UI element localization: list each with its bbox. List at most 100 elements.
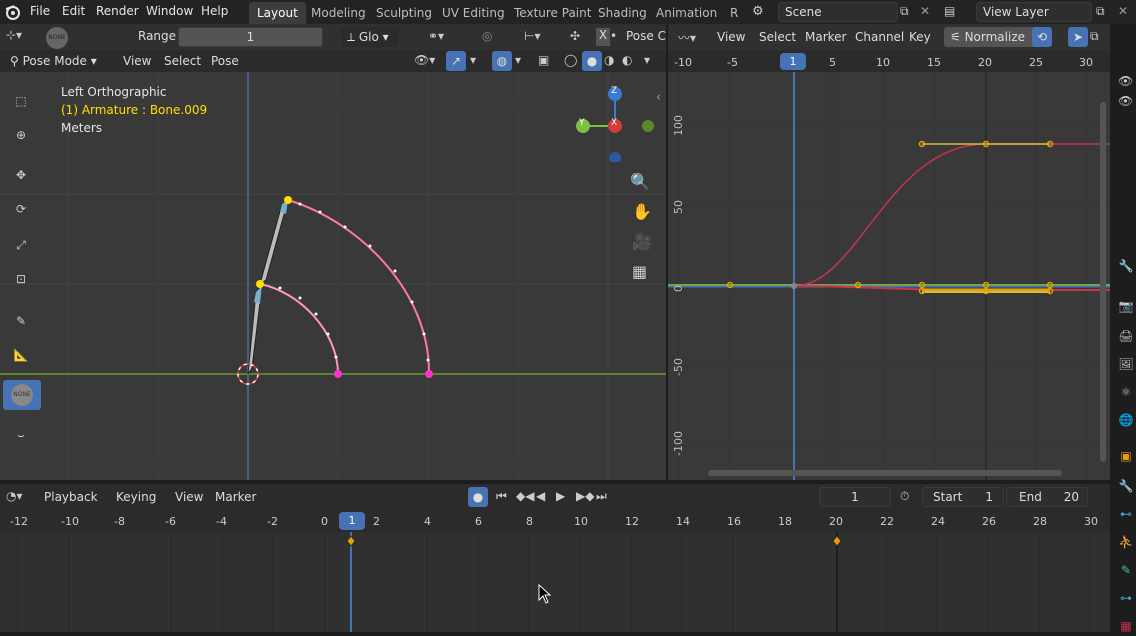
graph-editor-type-icon[interactable]: 〰▾ <box>678 29 696 46</box>
relax-pose-icon[interactable]: ⌣ <box>5 420 37 450</box>
view-layer-icon[interactable]: ▤ <box>944 4 955 18</box>
annotate-icon[interactable]: ✎ <box>5 306 37 336</box>
graph-view-menu[interactable]: View <box>712 27 750 47</box>
snap-icon[interactable]: ◎ <box>482 29 492 43</box>
pivot-icon[interactable]: ⚭▾ <box>428 29 444 43</box>
gizmo-toggle-icon[interactable]: ↗ <box>446 51 466 71</box>
menu-file[interactable]: File <box>24 0 56 24</box>
orientation-dropdown[interactable]: ⟂ Glo ▾ <box>341 27 399 47</box>
tab-sculpting[interactable]: Sculpting <box>368 2 440 24</box>
overlay-dropdown-icon[interactable]: ▾ <box>515 53 521 67</box>
close-view-layer-icon[interactable]: ✕ <box>1118 4 1128 18</box>
keying-dropdown[interactable]: Keying ▾ <box>110 487 168 524</box>
graph-v-scrollbar[interactable] <box>1100 102 1106 462</box>
jump-start-icon[interactable]: ⏮ <box>496 489 507 504</box>
current-frame-field[interactable]: 1 <box>819 487 891 507</box>
cursor-icon[interactable]: ⊕ <box>5 120 37 150</box>
view-layer-field[interactable]: View Layer <box>976 2 1092 22</box>
timeline-editor-type-icon[interactable]: ◔▾ <box>6 489 23 503</box>
jump-next-keyframe-icon[interactable]: ▶◆ <box>576 489 594 503</box>
jump-prev-keyframe-icon[interactable]: ◆◀ <box>516 489 534 503</box>
blender-logo-icon[interactable] <box>4 3 22 21</box>
select-box-icon[interactable]: ⬚ <box>5 86 37 116</box>
data-properties-icon[interactable]: ⛹ <box>1116 532 1136 552</box>
move-icon[interactable]: ✥ <box>5 160 37 190</box>
tab-animation[interactable]: Animation <box>648 2 725 24</box>
avatar[interactable]: NONE <box>46 27 68 49</box>
copy-scene-icon[interactable]: ⧉ <box>900 4 909 19</box>
tool-properties-icon[interactable]: 🔧 <box>1116 256 1136 276</box>
menu-help[interactable]: Help <box>195 0 234 24</box>
world-properties-icon[interactable]: 🌐 <box>1116 410 1136 430</box>
view-layer-properties-icon[interactable]: 🖼 <box>1116 354 1136 374</box>
rotate-icon[interactable]: ⟳ <box>5 194 37 224</box>
render-properties-icon[interactable]: 📷 <box>1116 296 1136 316</box>
pose-tool-icon[interactable]: ⊹▾ <box>6 28 22 42</box>
constraint-properties-icon[interactable]: ⊷ <box>1116 504 1136 524</box>
end-frame-field[interactable]: End 20 <box>1006 487 1088 507</box>
zoom-icon[interactable]: 🔍 <box>630 172 650 191</box>
visibility-eye-icon[interactable]: 👁 <box>1118 94 1133 108</box>
timeline-current-frame-badge[interactable]: 1 <box>339 512 365 530</box>
scene-icon[interactable]: ⚙ <box>752 4 772 20</box>
xray-icon[interactable]: ▣ <box>538 53 549 67</box>
graph-marker-menu[interactable]: Marker <box>800 27 851 47</box>
overlay-toggle-icon[interactable]: ◍ <box>492 51 512 71</box>
bone-constraint-icon[interactable]: ⊶ <box>1116 588 1136 608</box>
timeline-view-menu[interactable]: View <box>170 487 208 507</box>
show-hidden-icon[interactable]: ⧉ <box>1090 29 1099 44</box>
graph-channel-menu[interactable]: Channel <box>850 27 909 47</box>
scene-field[interactable]: Scene <box>778 2 898 22</box>
graph-select-menu[interactable]: Select <box>754 27 801 47</box>
tab-layout[interactable]: Layout <box>249 2 306 24</box>
copy-view-layer-icon[interactable]: ⧉ <box>1096 4 1105 19</box>
playback-dropdown[interactable]: Playback ▾ <box>38 487 110 524</box>
camera-view-icon[interactable]: 🎥 <box>632 232 652 251</box>
play-icon[interactable]: ▶ <box>556 489 565 503</box>
visibility-icon[interactable]: 👁▾ <box>414 53 435 67</box>
material-shading-icon[interactable]: ◑ <box>604 53 614 67</box>
modifier-properties-icon[interactable]: 🔧 <box>1116 476 1136 496</box>
tab-modeling[interactable]: Modeling <box>303 2 374 24</box>
material-properties-icon[interactable]: ▦ <box>1116 616 1136 636</box>
start-frame-field[interactable]: Start 1 <box>922 487 1004 507</box>
pose-library-icon[interactable]: NONE <box>3 380 41 410</box>
close-scene-icon[interactable]: ✕ <box>920 4 930 18</box>
menu-render[interactable]: Render <box>90 0 145 24</box>
object-properties-icon[interactable]: ▣ <box>1116 446 1136 466</box>
pan-hand-icon[interactable]: ✋ <box>632 202 652 221</box>
menu-window[interactable]: Window <box>140 0 199 24</box>
pose-clip-label[interactable]: Pose C <box>626 29 666 43</box>
range-field[interactable]: 1 <box>178 27 323 47</box>
menu-edit[interactable]: Edit <box>56 0 91 24</box>
shading-dropdown-icon[interactable]: ▾ <box>644 53 650 67</box>
auto-keying-icon[interactable]: ● <box>468 487 488 507</box>
output-properties-icon[interactable]: 🖨 <box>1116 326 1136 346</box>
transform-icon[interactable]: ⊡ <box>5 264 37 294</box>
viewport-select-menu[interactable]: Select <box>159 51 206 71</box>
mirror-x-toggle[interactable]: X <box>596 28 610 46</box>
graph-editor[interactable]: 100 50 0 -50 -100 <box>668 72 1110 480</box>
solid-shading-icon[interactable]: ● <box>582 51 602 71</box>
timeline-area[interactable] <box>0 532 1110 632</box>
only-selected-icon[interactable]: ➤ <box>1068 27 1088 47</box>
viewport-pose-menu[interactable]: Pose <box>206 51 244 71</box>
play-reverse-icon[interactable]: ◀ <box>536 489 545 503</box>
visibility-eye-icon[interactable]: 👁 <box>1118 74 1133 88</box>
snap-target-icon[interactable]: ⊢▾ <box>524 29 540 43</box>
normalize-refresh-icon[interactable]: ⟲ <box>1032 27 1052 47</box>
viewport-view-menu[interactable]: View <box>118 51 156 71</box>
bone-properties-icon[interactable]: ✎ <box>1116 560 1136 580</box>
tab-shading[interactable]: Shading <box>590 2 655 24</box>
scene-properties-icon[interactable]: ⚛ <box>1116 382 1136 402</box>
graph-key-menu[interactable]: Key <box>904 27 936 47</box>
jump-end-icon[interactable]: ⏭ <box>596 489 607 504</box>
gizmo-dropdown-icon[interactable]: ▾ <box>470 53 476 67</box>
tab-texture-paint[interactable]: Texture Paint <box>506 2 599 24</box>
graph-current-frame-badge[interactable]: 1 <box>780 53 806 70</box>
rendered-shading-icon[interactable]: ◐ <box>622 53 632 67</box>
mode-dropdown[interactable]: ⚲ Pose Mode ▾ <box>4 51 112 71</box>
ortho-grid-icon[interactable]: ▦ <box>632 262 647 281</box>
measure-icon[interactable]: 📐 <box>5 340 37 370</box>
3d-viewport[interactable]: Left Orthographic (1) Armature : Bone.00… <box>0 72 666 480</box>
